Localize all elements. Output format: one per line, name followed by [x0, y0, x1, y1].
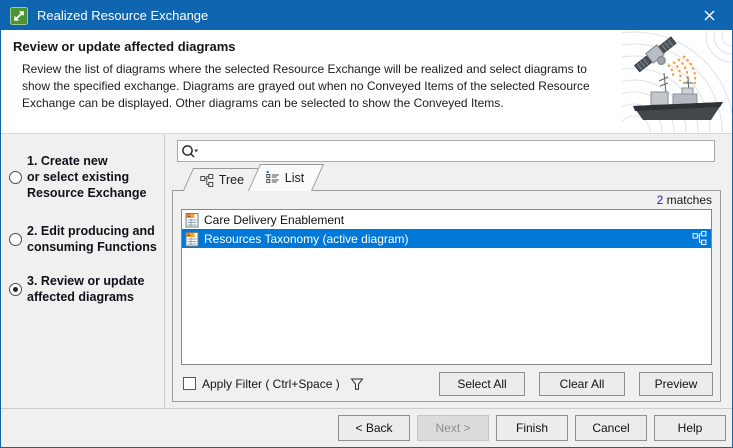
step-1-radio[interactable] — [9, 171, 22, 184]
cancel-button[interactable]: Cancel — [575, 415, 647, 441]
match-count-label: matches — [667, 193, 712, 207]
list-item-label: Resources Taxonomy (active diagram) — [204, 232, 409, 246]
title-bar: Realized Resource Exchange — [1, 1, 732, 30]
step-3-label: 3. Review or update affected diagrams — [27, 273, 144, 305]
match-count-number: 2 — [657, 193, 664, 207]
realized-resource-exchange-dialog: Realized Resource Exchange Review or upd… — [0, 0, 733, 448]
open-in-tree-icon[interactable] — [692, 231, 707, 245]
view-tabs: Tree List — [179, 164, 319, 191]
tree-hierarchy-icon — [200, 174, 214, 187]
step-edit-functions[interactable]: 2. Edit producing and consuming Function… — [9, 223, 164, 255]
page-description: Review the list of diagrams where the se… — [22, 61, 616, 112]
step-create-resource-exchange[interactable]: 1. Create new or select existing Resourc… — [9, 153, 164, 201]
select-all-button[interactable]: Select All — [439, 372, 525, 396]
window-title: Realized Resource Exchange — [37, 8, 208, 23]
clear-all-button[interactable]: Clear All — [539, 372, 625, 396]
help-button[interactable]: Help — [654, 415, 726, 441]
wizard-header: Review or update affected diagrams Revie… — [1, 30, 732, 134]
wizard-steps-sidebar: 1. Create new or select existing Resourc… — [1, 134, 165, 410]
preview-button[interactable]: Preview — [639, 372, 713, 396]
search-input[interactable] — [200, 142, 714, 160]
list-item[interactable]: Resources Taxonomy (active diagram) — [182, 229, 711, 248]
step-2-radio[interactable] — [9, 233, 22, 246]
finish-button[interactable]: Finish — [496, 415, 568, 441]
filter-funnel-button[interactable] — [350, 377, 364, 391]
step-1-label: 1. Create new or select existing Resourc… — [27, 153, 147, 201]
list-icon — [266, 171, 280, 185]
dialog-footer: < Back Next > Finish Cancel Help — [1, 408, 732, 447]
tab-tree-label: Tree — [219, 173, 244, 187]
close-icon — [704, 10, 715, 21]
list-item[interactable]: Care Delivery Enablement — [182, 210, 711, 229]
list-item-label: Care Delivery Enablement — [204, 213, 344, 227]
search-box[interactable] — [177, 140, 715, 162]
filter-and-actions-row: Apply Filter ( Ctrl+Space ) Select All C… — [183, 371, 713, 396]
diagram-document-icon — [184, 231, 200, 247]
apply-filter-checkbox[interactable] — [183, 377, 196, 390]
funnel-icon — [350, 377, 364, 391]
diagram-app-icon — [10, 7, 28, 25]
diagram-list[interactable]: Care Delivery Enablement — [181, 209, 712, 365]
ship-icon — [633, 73, 723, 120]
step-2-label: 2. Edit producing and consuming Function… — [27, 223, 157, 255]
step-review-diagrams[interactable]: 3. Review or update affected diagrams — [9, 273, 164, 305]
dropdown-arrow-icon — [194, 149, 198, 152]
step-3-radio[interactable] — [9, 283, 22, 296]
tab-list-label: List — [285, 171, 304, 185]
satellite-ship-illustration — [622, 31, 732, 132]
tab-list[interactable]: List — [248, 164, 324, 191]
match-count: 2 matches — [657, 193, 712, 207]
close-button[interactable] — [687, 1, 732, 30]
diagram-document-icon — [184, 212, 200, 228]
diagram-list-panel: 2 matches Care Delivery Enablement — [172, 190, 721, 402]
apply-filter-label: Apply Filter ( Ctrl+Space ) — [202, 377, 340, 391]
main-content: Tree List 2 matches — [165, 134, 732, 447]
next-button[interactable]: Next > — [417, 415, 489, 441]
search-icon — [181, 144, 200, 159]
back-button[interactable]: < Back — [338, 415, 410, 441]
page-title: Review or update affected diagrams — [13, 39, 236, 54]
